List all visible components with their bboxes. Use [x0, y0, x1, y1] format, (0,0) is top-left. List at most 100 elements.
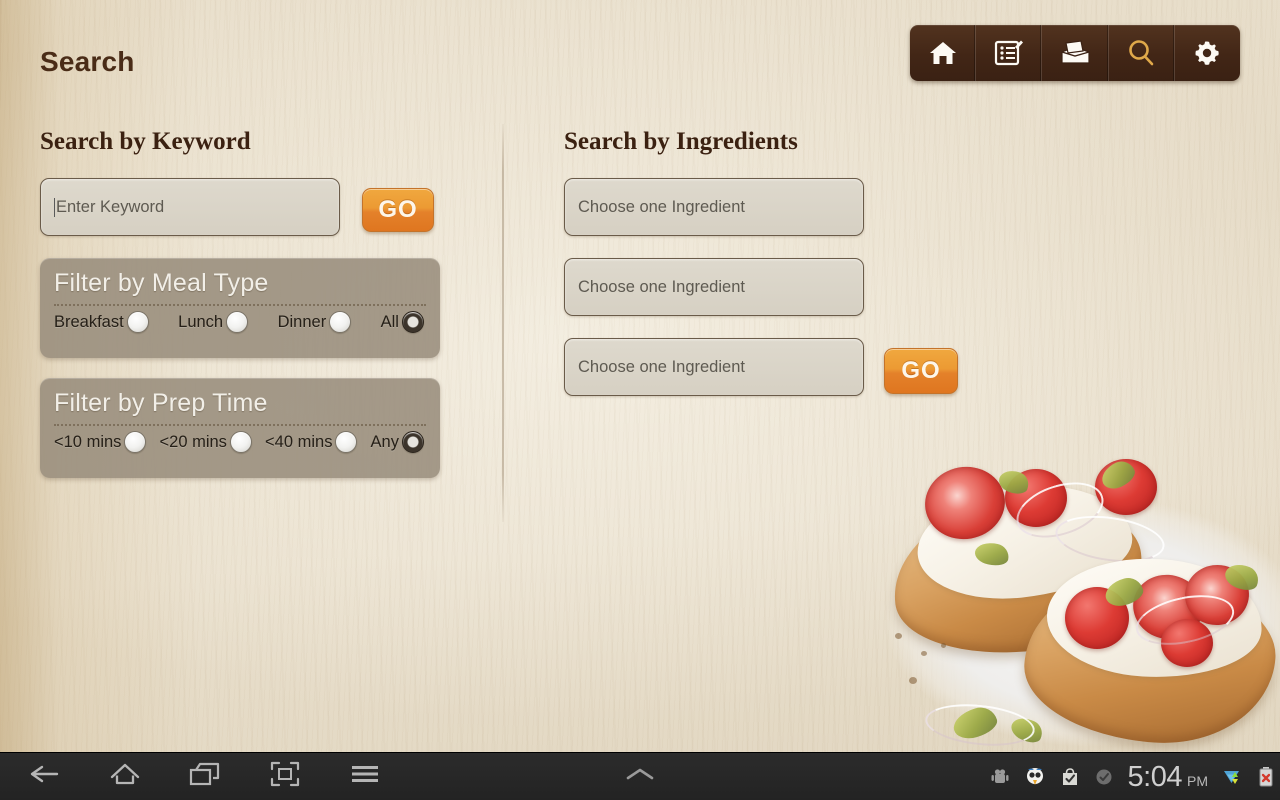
home-icon — [928, 39, 958, 67]
plate-background — [875, 457, 1280, 752]
basil-leaf — [1221, 559, 1263, 595]
prep-time-filter-panel: Filter by Prep Time <10 mins <20 mins <4… — [40, 378, 440, 478]
basil-leaf — [1007, 713, 1047, 747]
meal-filter-divider — [54, 304, 426, 306]
prep-option-label: Any — [370, 432, 399, 451]
search-screen: Search Search by Keyword Enter Keyword G… — [0, 0, 1280, 800]
sync-check-icon — [1094, 767, 1114, 787]
meal-option-breakfast[interactable]: Breakfast — [54, 311, 149, 333]
chevron-up-icon — [623, 765, 657, 788]
onion-sliver — [1052, 509, 1168, 569]
tomato-slice — [919, 460, 1011, 546]
toolbar-home-button[interactable] — [910, 25, 977, 81]
tomato-slice — [1181, 560, 1253, 630]
play-store-icon — [1060, 767, 1080, 787]
onion-sliver — [923, 699, 1037, 751]
radio-button[interactable] — [124, 431, 147, 453]
meal-filter-title: Filter by Meal Type — [54, 269, 269, 297]
ingredients-go-button[interactable]: GO — [884, 348, 958, 394]
status-clock: 5:04 PM — [1128, 761, 1208, 794]
prep-option-label: <40 mins — [265, 432, 333, 451]
ingredient-placeholder: Choose one Ingredient — [578, 277, 745, 296]
onion-sliver — [1131, 587, 1239, 653]
toolbar-search-button[interactable] — [1109, 25, 1175, 81]
cherry-tomato — [1095, 459, 1157, 515]
bruschetta-photo — [865, 447, 1280, 752]
radio-button[interactable] — [329, 311, 352, 333]
recipes-icon — [993, 38, 1025, 68]
prep-option-40[interactable]: <40 mins — [265, 431, 358, 453]
twitter-notification-icon — [1024, 766, 1046, 788]
basil-leaf — [1097, 456, 1139, 494]
basil-leaf — [973, 539, 1011, 569]
keyword-section-heading: Search by Keyword — [40, 128, 251, 155]
page-title: Search — [40, 46, 135, 77]
toolbar-recipes-button[interactable] — [976, 25, 1043, 81]
expand-notifications-button[interactable] — [600, 753, 680, 800]
meal-option-label: Dinner — [277, 312, 327, 331]
meal-option-lunch[interactable]: Lunch — [178, 311, 249, 333]
basil-leaf — [1102, 574, 1146, 610]
text-caret — [54, 197, 55, 217]
prep-filter-title: Filter by Prep Time — [54, 389, 268, 417]
prep-filter-divider — [54, 424, 426, 426]
radio-button[interactable] — [335, 431, 358, 453]
tomato-slice — [1126, 567, 1210, 647]
radio-button-selected[interactable] — [401, 311, 424, 333]
prep-filter-options: <10 mins <20 mins <40 mins Any — [54, 431, 426, 453]
cheese-spread — [1044, 553, 1265, 683]
basil-leaf — [949, 703, 1001, 743]
clock-time: 5:04 — [1127, 760, 1183, 793]
meal-option-dinner[interactable]: Dinner — [278, 311, 352, 333]
ingredient-placeholder: Choose one Ingredient — [578, 357, 745, 376]
basil-leaf — [996, 466, 1032, 498]
cherry-tomato — [1065, 587, 1129, 649]
prep-option-20[interactable]: <20 mins — [160, 431, 252, 453]
settings-gear-icon — [1192, 38, 1222, 68]
crumb — [895, 633, 902, 639]
prep-option-10[interactable]: <10 mins — [54, 431, 147, 453]
radio-button[interactable] — [226, 311, 249, 333]
radio-button-selected[interactable] — [401, 431, 424, 453]
top-toolbar — [910, 25, 1240, 81]
meal-option-label: Breakfast — [54, 312, 124, 331]
battery-error-icon — [1258, 766, 1274, 788]
meal-option-all[interactable]: All — [381, 311, 424, 333]
meal-option-label: All — [380, 312, 399, 331]
bread-slice — [1019, 568, 1280, 751]
ingredient-field-2[interactable]: Choose one Ingredient — [564, 258, 864, 316]
radio-button[interactable] — [229, 431, 252, 453]
cheese-spread — [911, 476, 1138, 608]
radio-button[interactable] — [126, 311, 149, 333]
column-divider — [502, 124, 504, 522]
meal-type-filter-panel: Filter by Meal Type Breakfast Lunch Dinn… — [40, 258, 440, 358]
android-debug-icon — [990, 767, 1010, 787]
ingredient-placeholder: Choose one Ingredient — [578, 197, 745, 216]
meal-filter-options: Breakfast Lunch Dinner All — [54, 311, 426, 333]
ingredient-field-3[interactable]: Choose one Ingredient — [564, 338, 864, 396]
bread-slice — [884, 487, 1152, 667]
ingredients-section-heading: Search by Ingredients — [564, 128, 798, 155]
clock-ampm: PM — [1187, 772, 1208, 789]
meal-option-label: Lunch — [178, 312, 224, 331]
crumb — [941, 643, 946, 648]
keyword-go-button[interactable]: GO — [362, 188, 434, 232]
recipe-box-icon — [1058, 39, 1092, 67]
search-icon — [1126, 38, 1156, 68]
ingredient-field-1[interactable]: Choose one Ingredient — [564, 178, 864, 236]
toolbar-recipe-box-button[interactable] — [1042, 25, 1109, 81]
keyword-input-placeholder: Enter Keyword — [56, 197, 165, 216]
prep-option-label: <10 mins — [54, 432, 122, 451]
crumb — [921, 651, 927, 656]
prep-option-label: <20 mins — [159, 432, 227, 451]
android-navigation-bar: 5:04 PM — [0, 752, 1280, 800]
cherry-tomato — [1005, 469, 1067, 527]
crumb — [909, 677, 917, 684]
cherry-tomato — [1161, 619, 1213, 667]
status-tray[interactable]: 5:04 PM — [990, 753, 1274, 800]
toolbar-settings-button[interactable] — [1175, 25, 1240, 81]
prep-option-any[interactable]: Any — [371, 431, 424, 453]
onion-sliver — [1009, 472, 1111, 548]
keyword-search-input[interactable]: Enter Keyword — [40, 178, 340, 236]
wifi-signal-icon — [1222, 766, 1244, 788]
